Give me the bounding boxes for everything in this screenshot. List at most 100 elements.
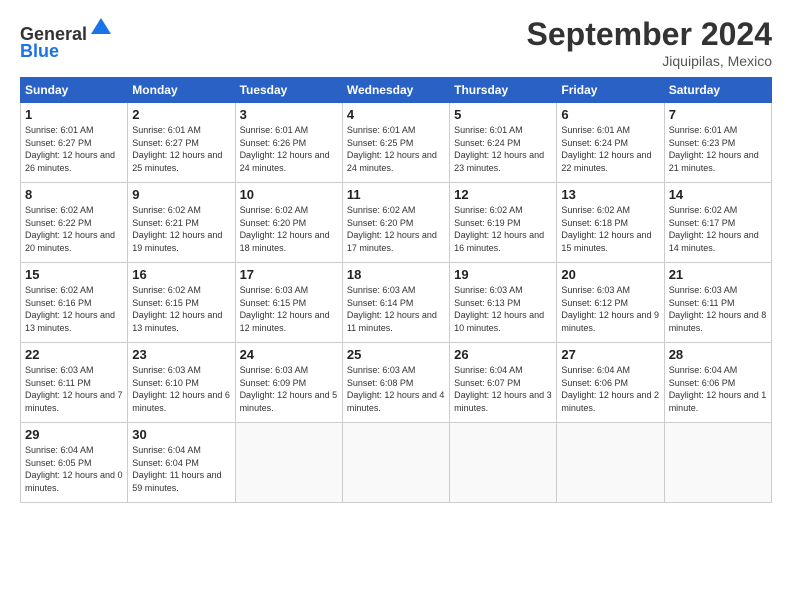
day-info: Sunrise: 6:03 AM Sunset: 6:11 PM Dayligh… [25,364,123,414]
calendar-cell: 23 Sunrise: 6:03 AM Sunset: 6:10 PM Dayl… [128,343,235,423]
col-friday: Friday [557,78,664,103]
day-number: 22 [25,347,123,362]
calendar-cell: 12 Sunrise: 6:02 AM Sunset: 6:19 PM Dayl… [450,183,557,263]
calendar-cell [342,423,449,503]
day-info: Sunrise: 6:04 AM Sunset: 6:07 PM Dayligh… [454,364,552,414]
calendar-cell: 29 Sunrise: 6:04 AM Sunset: 6:05 PM Dayl… [21,423,128,503]
calendar-cell [450,423,557,503]
day-number: 17 [240,267,338,282]
calendar-week-1: 1 Sunrise: 6:01 AM Sunset: 6:27 PM Dayli… [21,103,772,183]
day-number: 19 [454,267,552,282]
calendar-cell: 27 Sunrise: 6:04 AM Sunset: 6:06 PM Dayl… [557,343,664,423]
day-info: Sunrise: 6:02 AM Sunset: 6:15 PM Dayligh… [132,284,230,334]
day-number: 9 [132,187,230,202]
calendar-cell [235,423,342,503]
day-number: 13 [561,187,659,202]
calendar-cell: 7 Sunrise: 6:01 AM Sunset: 6:23 PM Dayli… [664,103,771,183]
calendar-cell: 18 Sunrise: 6:03 AM Sunset: 6:14 PM Dayl… [342,263,449,343]
col-saturday: Saturday [664,78,771,103]
day-number: 12 [454,187,552,202]
calendar-cell: 30 Sunrise: 6:04 AM Sunset: 6:04 PM Dayl… [128,423,235,503]
day-info: Sunrise: 6:02 AM Sunset: 6:20 PM Dayligh… [347,204,445,254]
calendar-week-2: 8 Sunrise: 6:02 AM Sunset: 6:22 PM Dayli… [21,183,772,263]
day-info: Sunrise: 6:03 AM Sunset: 6:08 PM Dayligh… [347,364,445,414]
day-info: Sunrise: 6:01 AM Sunset: 6:24 PM Dayligh… [561,124,659,174]
day-info: Sunrise: 6:03 AM Sunset: 6:15 PM Dayligh… [240,284,338,334]
day-number: 3 [240,107,338,122]
day-info: Sunrise: 6:01 AM Sunset: 6:23 PM Dayligh… [669,124,767,174]
day-number: 27 [561,347,659,362]
day-number: 7 [669,107,767,122]
day-info: Sunrise: 6:02 AM Sunset: 6:17 PM Dayligh… [669,204,767,254]
day-number: 16 [132,267,230,282]
calendar-cell: 17 Sunrise: 6:03 AM Sunset: 6:15 PM Dayl… [235,263,342,343]
day-info: Sunrise: 6:04 AM Sunset: 6:05 PM Dayligh… [25,444,123,494]
calendar-cell: 25 Sunrise: 6:03 AM Sunset: 6:08 PM Dayl… [342,343,449,423]
day-info: Sunrise: 6:03 AM Sunset: 6:11 PM Dayligh… [669,284,767,334]
calendar-cell [557,423,664,503]
calendar-cell: 6 Sunrise: 6:01 AM Sunset: 6:24 PM Dayli… [557,103,664,183]
day-info: Sunrise: 6:02 AM Sunset: 6:22 PM Dayligh… [25,204,123,254]
calendar-cell: 28 Sunrise: 6:04 AM Sunset: 6:06 PM Dayl… [664,343,771,423]
calendar-cell [664,423,771,503]
day-number: 15 [25,267,123,282]
col-sunday: Sunday [21,78,128,103]
day-number: 10 [240,187,338,202]
day-info: Sunrise: 6:01 AM Sunset: 6:25 PM Dayligh… [347,124,445,174]
logo: General Blue [20,16,113,62]
day-number: 18 [347,267,445,282]
day-number: 6 [561,107,659,122]
day-info: Sunrise: 6:04 AM Sunset: 6:04 PM Dayligh… [132,444,230,494]
day-number: 2 [132,107,230,122]
calendar-week-3: 15 Sunrise: 6:02 AM Sunset: 6:16 PM Dayl… [21,263,772,343]
calendar-cell: 11 Sunrise: 6:02 AM Sunset: 6:20 PM Dayl… [342,183,449,263]
month-title: September 2024 [527,16,772,53]
calendar-cell: 26 Sunrise: 6:04 AM Sunset: 6:07 PM Dayl… [450,343,557,423]
logo-icon [89,16,113,40]
day-number: 1 [25,107,123,122]
day-info: Sunrise: 6:04 AM Sunset: 6:06 PM Dayligh… [669,364,767,414]
col-monday: Monday [128,78,235,103]
calendar-week-5: 29 Sunrise: 6:04 AM Sunset: 6:05 PM Dayl… [21,423,772,503]
calendar-body: 1 Sunrise: 6:01 AM Sunset: 6:27 PM Dayli… [21,103,772,503]
day-info: Sunrise: 6:02 AM Sunset: 6:16 PM Dayligh… [25,284,123,334]
page: General Blue September 2024 Jiquipilas, … [0,0,792,612]
calendar-table: Sunday Monday Tuesday Wednesday Thursday… [20,77,772,503]
day-number: 23 [132,347,230,362]
calendar-cell: 24 Sunrise: 6:03 AM Sunset: 6:09 PM Dayl… [235,343,342,423]
day-info: Sunrise: 6:03 AM Sunset: 6:13 PM Dayligh… [454,284,552,334]
day-info: Sunrise: 6:02 AM Sunset: 6:20 PM Dayligh… [240,204,338,254]
calendar-cell: 20 Sunrise: 6:03 AM Sunset: 6:12 PM Dayl… [557,263,664,343]
day-number: 4 [347,107,445,122]
calendar-cell: 4 Sunrise: 6:01 AM Sunset: 6:25 PM Dayli… [342,103,449,183]
day-info: Sunrise: 6:01 AM Sunset: 6:27 PM Dayligh… [132,124,230,174]
calendar-cell: 8 Sunrise: 6:02 AM Sunset: 6:22 PM Dayli… [21,183,128,263]
day-info: Sunrise: 6:04 AM Sunset: 6:06 PM Dayligh… [561,364,659,414]
calendar-cell: 10 Sunrise: 6:02 AM Sunset: 6:20 PM Dayl… [235,183,342,263]
col-thursday: Thursday [450,78,557,103]
day-info: Sunrise: 6:03 AM Sunset: 6:12 PM Dayligh… [561,284,659,334]
calendar-cell: 1 Sunrise: 6:01 AM Sunset: 6:27 PM Dayli… [21,103,128,183]
header: General Blue September 2024 Jiquipilas, … [20,16,772,69]
day-number: 11 [347,187,445,202]
day-info: Sunrise: 6:01 AM Sunset: 6:24 PM Dayligh… [454,124,552,174]
title-block: September 2024 Jiquipilas, Mexico [527,16,772,69]
day-number: 8 [25,187,123,202]
day-number: 5 [454,107,552,122]
day-number: 29 [25,427,123,442]
day-info: Sunrise: 6:01 AM Sunset: 6:26 PM Dayligh… [240,124,338,174]
day-number: 24 [240,347,338,362]
location: Jiquipilas, Mexico [527,53,772,69]
calendar-cell: 9 Sunrise: 6:02 AM Sunset: 6:21 PM Dayli… [128,183,235,263]
calendar-cell: 16 Sunrise: 6:02 AM Sunset: 6:15 PM Dayl… [128,263,235,343]
day-info: Sunrise: 6:03 AM Sunset: 6:10 PM Dayligh… [132,364,230,414]
day-info: Sunrise: 6:01 AM Sunset: 6:27 PM Dayligh… [25,124,123,174]
calendar-cell: 5 Sunrise: 6:01 AM Sunset: 6:24 PM Dayli… [450,103,557,183]
col-tuesday: Tuesday [235,78,342,103]
calendar-cell: 15 Sunrise: 6:02 AM Sunset: 6:16 PM Dayl… [21,263,128,343]
calendar-cell: 2 Sunrise: 6:01 AM Sunset: 6:27 PM Dayli… [128,103,235,183]
day-info: Sunrise: 6:02 AM Sunset: 6:18 PM Dayligh… [561,204,659,254]
day-number: 25 [347,347,445,362]
calendar-cell: 13 Sunrise: 6:02 AM Sunset: 6:18 PM Dayl… [557,183,664,263]
calendar-cell: 22 Sunrise: 6:03 AM Sunset: 6:11 PM Dayl… [21,343,128,423]
